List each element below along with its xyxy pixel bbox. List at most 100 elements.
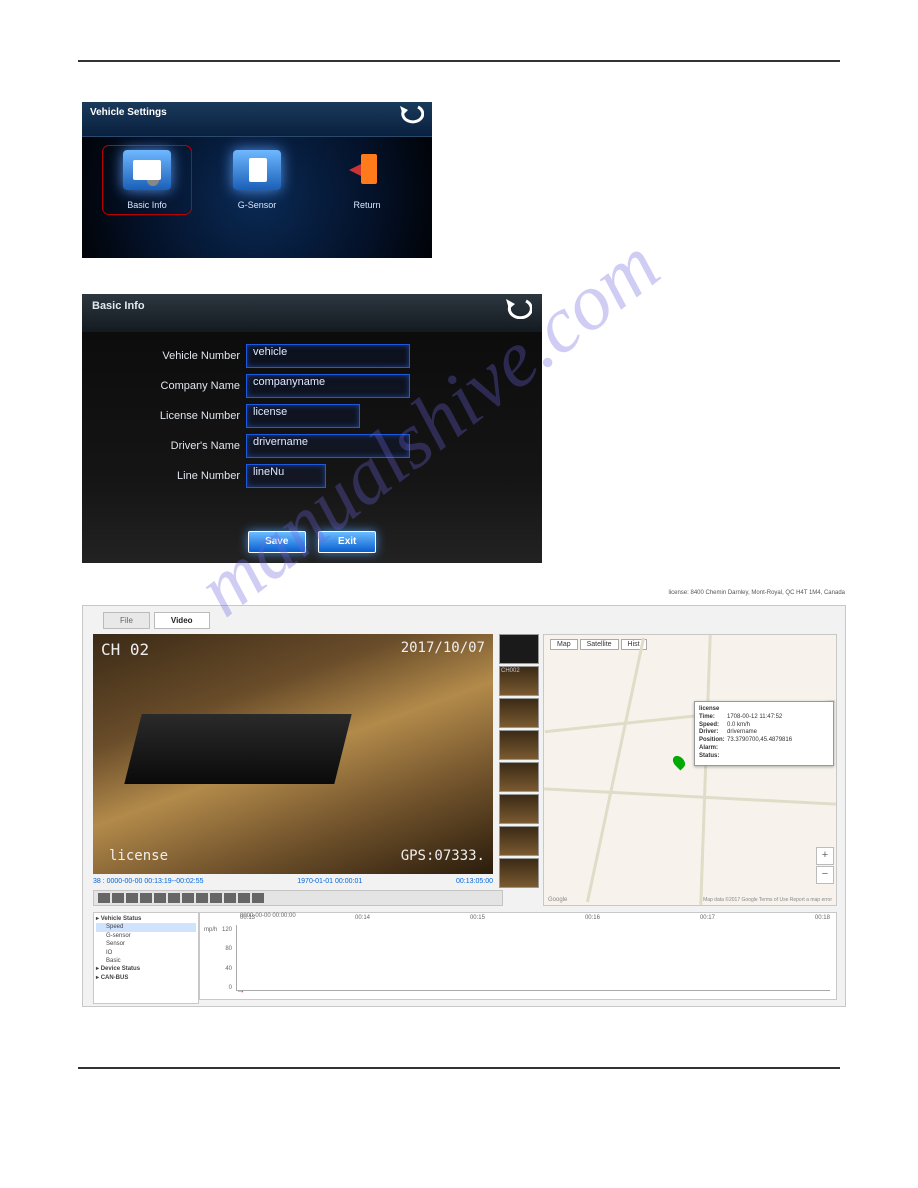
- map-zoom: + −: [816, 847, 832, 885]
- google-logo: Google: [548, 897, 567, 903]
- canbus-heading[interactable]: ▸ CAN-BUS: [96, 974, 196, 982]
- popup-driver-value: drivername: [727, 729, 757, 735]
- zoom-in-button[interactable]: +: [816, 847, 834, 865]
- return-tile[interactable]: Return: [327, 150, 407, 210]
- tree-item-io[interactable]: IO: [96, 949, 196, 957]
- map-info-popup: license Time:1708-00-12 11:47:52 Speed:0…: [694, 701, 834, 766]
- fullscreen-icon[interactable]: [238, 893, 250, 903]
- video-preview[interactable]: CH 02 2017/10/07 license GPS:07333.: [93, 634, 493, 874]
- map-terms: Map data ©2017 Google Terms of Use Repor…: [703, 897, 832, 903]
- vehicle-number-label: Vehicle Number: [122, 350, 240, 362]
- save-button[interactable]: Save: [248, 531, 306, 553]
- back-icon[interactable]: [398, 104, 424, 124]
- stop-icon[interactable]: [126, 893, 138, 903]
- channel-thumbnails: CH002: [499, 634, 537, 888]
- ytick: 40: [225, 966, 232, 972]
- popup-speed-value: 0.0 km/h: [727, 722, 750, 728]
- back-icon[interactable]: [504, 297, 532, 319]
- channel-overlay: CH 02: [101, 640, 149, 659]
- road-line: [544, 787, 836, 805]
- next-icon[interactable]: [182, 893, 194, 903]
- popup-status-label: Status:: [699, 753, 727, 761]
- screen-title: Vehicle Settings: [82, 102, 432, 137]
- chart-grid: [236, 925, 830, 991]
- tile-label: Basic Info: [107, 200, 187, 210]
- thumb-ch3[interactable]: [499, 698, 539, 728]
- tile-label: Return: [327, 200, 407, 210]
- volume-icon[interactable]: [252, 893, 264, 903]
- map-tab-map[interactable]: Map: [550, 639, 578, 650]
- line-number-label: Line Number: [122, 470, 240, 482]
- exit-button[interactable]: Exit: [318, 531, 376, 553]
- tree-item-sensor[interactable]: Sensor: [96, 940, 196, 948]
- time-info-bar: 38 : 0000-00-00 00:13:19--00:02:55 1970-…: [93, 878, 493, 885]
- folder-icon: [123, 150, 171, 190]
- record-icon[interactable]: [210, 893, 222, 903]
- chart-arrow-icon: →: [236, 985, 245, 995]
- thumb-ch4[interactable]: [499, 730, 539, 760]
- license-number-input[interactable]: license: [246, 404, 360, 428]
- tree-item-basic[interactable]: Basic: [96, 957, 196, 965]
- thumb-ch8[interactable]: [499, 858, 539, 888]
- xtick: 00:13: [240, 915, 255, 921]
- basic-info-tile[interactable]: Basic Info: [107, 150, 187, 210]
- popup-speed-label: Speed:: [699, 722, 727, 730]
- map-panel[interactable]: Map Satellite Hist license Time:1708-00-…: [543, 634, 837, 906]
- thumb-ch1[interactable]: [499, 634, 539, 664]
- driver-name-input[interactable]: drivername: [246, 434, 410, 458]
- popup-time-label: Time:: [699, 714, 727, 722]
- xtick: 00:17: [700, 915, 715, 921]
- popup-driver-label: Driver:: [699, 729, 727, 737]
- popup-position-label: Position:: [699, 737, 727, 745]
- license-overlay: license: [109, 848, 168, 864]
- vehicle-status-heading[interactable]: ▸ Vehicle Status: [96, 915, 196, 923]
- popup-position-value: 73.3790700,45.4879816: [727, 737, 792, 743]
- thumb-ch2[interactable]: CH002: [499, 666, 539, 696]
- pause-icon[interactable]: [112, 893, 124, 903]
- xtick: 00:18: [815, 915, 830, 921]
- thumb-ch5[interactable]: [499, 762, 539, 792]
- vehicle-settings-screen: Vehicle Settings Basic Info G-Sensor Ret…: [82, 102, 432, 258]
- zoom-out-button[interactable]: −: [816, 866, 834, 884]
- playback-app: File Video CH 02 2017/10/07 license GPS:…: [82, 605, 846, 1007]
- playback-toolbar: [93, 890, 503, 906]
- company-name-label: Company Name: [122, 380, 240, 392]
- vehicle-number-input[interactable]: vehicle: [246, 344, 410, 368]
- tab-video[interactable]: Video: [154, 612, 210, 629]
- snapshot-icon[interactable]: [196, 893, 208, 903]
- g-sensor-tile[interactable]: G-Sensor: [217, 150, 297, 210]
- tree-item-speed[interactable]: Speed: [96, 923, 196, 931]
- rewind-icon[interactable]: [154, 893, 166, 903]
- play-icon[interactable]: [98, 893, 110, 903]
- gsensor-icon: [233, 150, 281, 190]
- map-marker-icon[interactable]: [671, 754, 688, 771]
- grid-icon[interactable]: [224, 893, 236, 903]
- company-name-input[interactable]: companyname: [246, 374, 410, 398]
- license-number-label: License Number: [122, 410, 240, 422]
- speed-chart: 0000-00-00 00:00:00 00:13 00:14 00:15 00…: [199, 912, 837, 1000]
- road-line: [586, 638, 645, 903]
- tree-item-gsensor[interactable]: G-sensor: [96, 932, 196, 940]
- ytick: 80: [225, 946, 232, 952]
- status-tree: ▸ Vehicle Status Speed G-sensor Sensor I…: [93, 912, 199, 1004]
- popup-title: license: [699, 706, 829, 714]
- xtick: 00:16: [585, 915, 600, 921]
- device-status-heading[interactable]: ▸ Device Status: [96, 965, 196, 973]
- map-address: license: 8400 Chemin Darnley, Mont-Royal…: [668, 590, 845, 596]
- ytick: 120: [222, 927, 232, 933]
- tab-file[interactable]: File: [103, 612, 150, 629]
- gps-overlay: GPS:07333.: [401, 848, 485, 864]
- forward-icon[interactable]: [168, 893, 180, 903]
- popup-time-value: 1708-00-12 11:47:52: [727, 714, 782, 720]
- chart-x-ticks: 00:13 00:14 00:15 00:16 00:17 00:18: [240, 915, 830, 921]
- line-number-input[interactable]: lineNu: [246, 464, 326, 488]
- thumb-ch6[interactable]: [499, 794, 539, 824]
- screen-title: Basic Info: [82, 294, 542, 332]
- time-mid: 1970-01-01 00:00:01: [297, 878, 362, 885]
- tile-label: G-Sensor: [217, 200, 297, 210]
- prev-icon[interactable]: [140, 893, 152, 903]
- map-tab-satellite[interactable]: Satellite: [580, 639, 619, 650]
- thumb-ch7[interactable]: [499, 826, 539, 856]
- road-line: [699, 635, 711, 905]
- chart-y-ticks: 120 80 40 0: [204, 927, 232, 991]
